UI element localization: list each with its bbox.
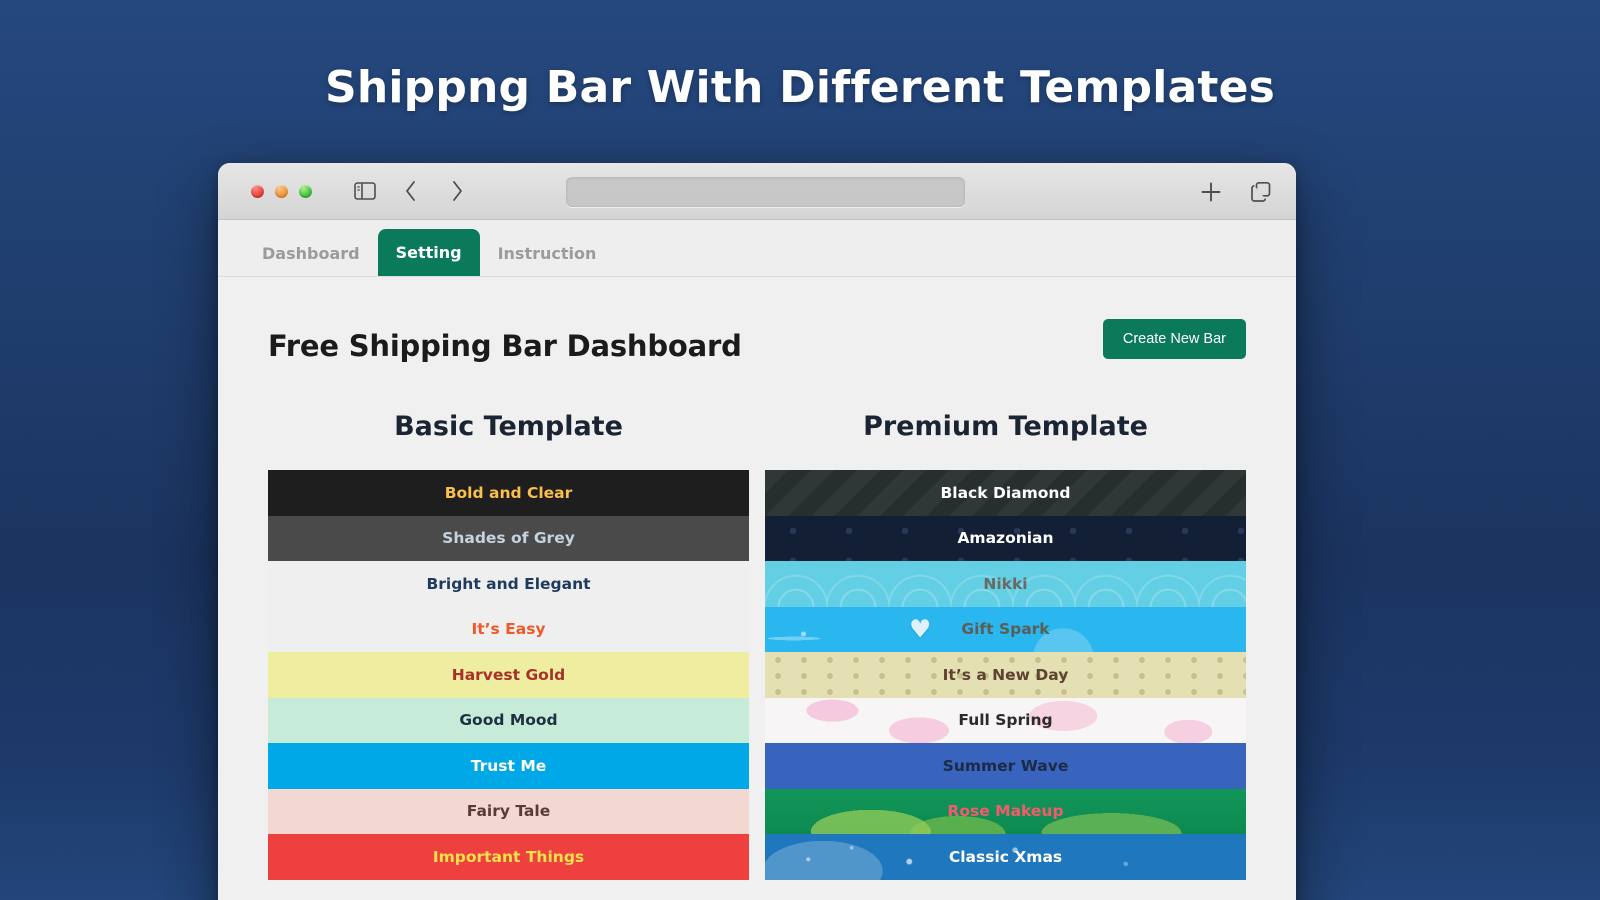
template-bar[interactable]: Good Mood: [268, 697, 749, 743]
template-columns: Basic Template Bold and Clear Shades of G…: [268, 411, 1246, 880]
tab-setting[interactable]: Setting: [377, 229, 480, 276]
window-controls: [251, 184, 312, 198]
template-bar[interactable]: Summer Wave: [765, 743, 1246, 789]
minimize-button[interactable]: [275, 184, 288, 198]
close-button[interactable]: [251, 184, 264, 198]
template-bar[interactable]: Amazonian: [765, 515, 1246, 561]
create-new-bar-button[interactable]: Create New Bar: [1102, 319, 1246, 359]
template-bar[interactable]: Nikki: [765, 561, 1246, 607]
template-bar-label: Classic Xmas: [948, 847, 1063, 866]
template-bar[interactable]: Fairy Tale: [268, 788, 749, 834]
template-bar-label: Important Things: [432, 847, 585, 866]
basic-template-heading: Basic Template: [394, 411, 623, 442]
heart-icon: ♥: [909, 614, 932, 644]
template-bar-label: Bright and Elegant: [426, 574, 591, 593]
template-bar-label: It’s Easy: [471, 620, 546, 639]
dashboard-heading: Free Shipping Bar Dashboard: [268, 329, 742, 363]
template-bar-label: It’s a New Day: [942, 665, 1069, 684]
template-bar[interactable]: Bright and Elegant: [268, 561, 749, 607]
template-bar[interactable]: ♥ Gift Spark: [765, 606, 1246, 652]
template-bar[interactable]: Shades of Grey: [268, 515, 749, 561]
back-icon[interactable]: [398, 178, 424, 204]
template-bar-label: Trust Me: [470, 756, 547, 775]
copy-icon[interactable]: [1248, 179, 1274, 205]
template-bar[interactable]: Bold and Clear: [268, 470, 749, 516]
template-bar-label: Shades of Grey: [442, 529, 575, 548]
template-bar[interactable]: Harvest Gold: [268, 652, 749, 698]
basic-bar-list: Bold and Clear Shades of Grey Bright and E…: [268, 470, 749, 880]
template-bar[interactable]: Full Spring: [765, 697, 1246, 743]
template-bar-label: Good Mood: [459, 711, 558, 730]
template-bar[interactable]: Trust Me: [268, 743, 749, 789]
template-bar[interactable]: Important Things: [268, 834, 749, 880]
template-bar[interactable]: Classic Xmas: [765, 834, 1246, 880]
template-bar-label: Nikki: [983, 574, 1028, 593]
template-bar-label: Black Diamond: [940, 483, 1071, 502]
template-bar[interactable]: It’s a New Day: [765, 652, 1246, 698]
template-bar-label: Fairy Tale: [466, 802, 551, 821]
template-bar[interactable]: Black Diamond: [765, 470, 1246, 516]
template-bar-label: Rose Makeup: [947, 802, 1064, 821]
address-bar[interactable]: [566, 177, 965, 207]
basic-template-column: Basic Template Bold and Clear Shades of G…: [268, 411, 749, 880]
template-bar-label: Gift Spark: [961, 620, 1050, 639]
browser-titlebar: [218, 163, 1296, 220]
page-content: Free Shipping Bar Dashboard Create New B…: [218, 277, 1296, 900]
tab-strip: Dashboard Setting Instruction: [218, 220, 1296, 277]
premium-template-column: Premium Template Black Diamond Amazonian N…: [765, 411, 1246, 880]
template-bar-label: Bold and Clear: [444, 483, 573, 502]
page-title: Shippng Bar With Different Templates: [324, 62, 1276, 113]
template-bar-label: Summer Wave: [942, 756, 1069, 775]
template-bar-label: Amazonian: [957, 529, 1054, 548]
template-bar[interactable]: Rose Makeup: [765, 788, 1246, 834]
browser-window: Dashboard Setting Instruction Free Shipp…: [218, 163, 1296, 900]
premium-bar-list: Black Diamond Amazonian Nikki ♥ Gift Spark It…: [765, 470, 1246, 880]
template-bar[interactable]: It’s Easy: [268, 606, 749, 652]
template-bar-label: Full Spring: [958, 711, 1053, 730]
sidebar-icon[interactable]: [352, 178, 378, 204]
tab-instruction[interactable]: Instruction: [480, 232, 615, 276]
template-bar-label: Harvest Gold: [451, 665, 566, 684]
zoom-button[interactable]: [299, 184, 312, 198]
tab-dashboard[interactable]: Dashboard: [244, 232, 378, 276]
plus-icon[interactable]: [1198, 179, 1224, 205]
forward-icon[interactable]: [444, 178, 470, 204]
premium-template-heading: Premium Template: [863, 411, 1148, 442]
dashboard-header: Free Shipping Bar Dashboard Create New B…: [268, 277, 1246, 363]
